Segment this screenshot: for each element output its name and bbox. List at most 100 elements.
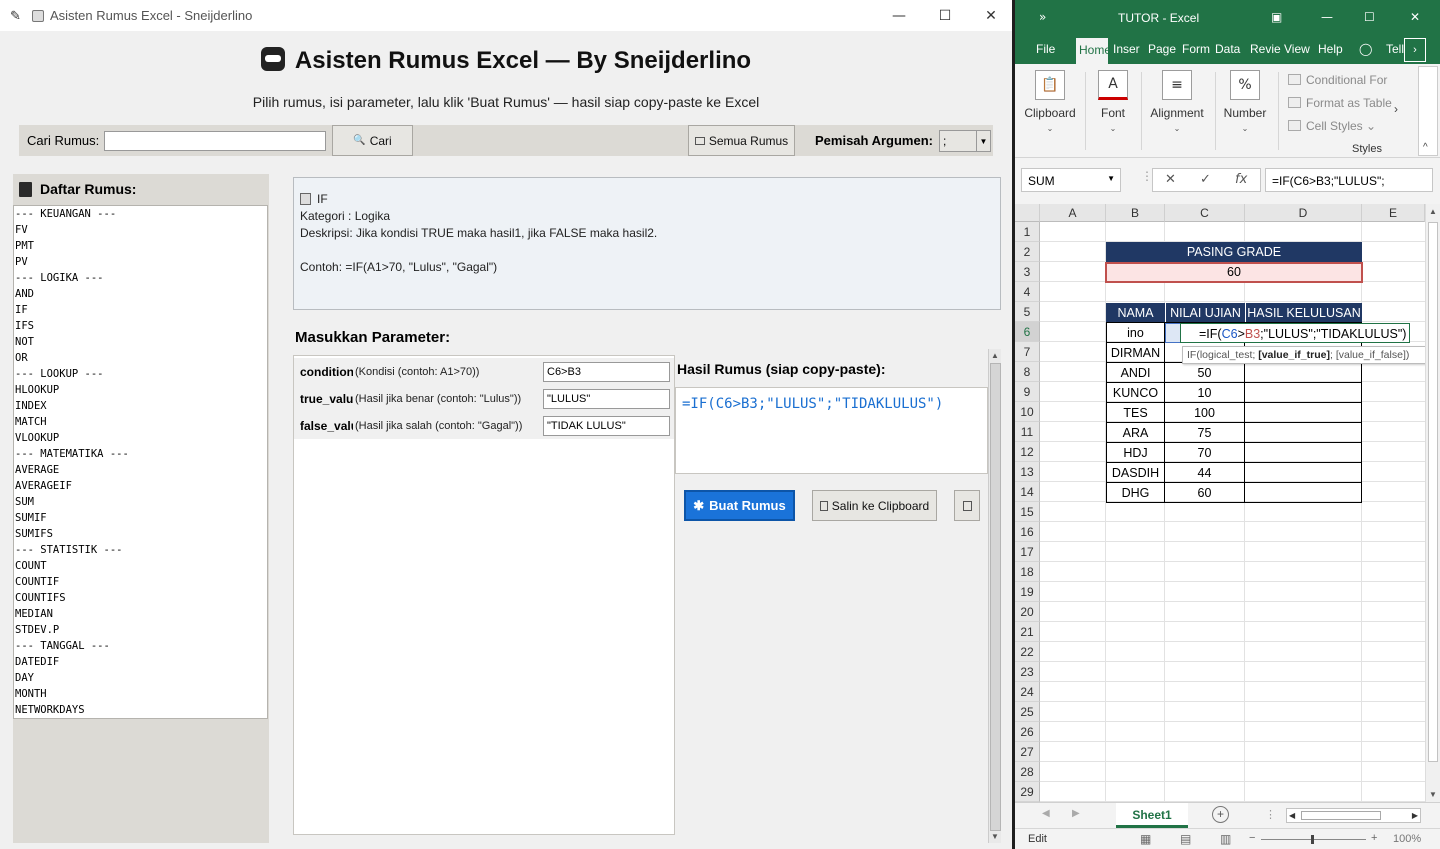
scroll-up-icon[interactable]: ▲ — [1426, 204, 1440, 219]
list-item[interactable]: AVERAGEIF — [14, 478, 267, 494]
cancel-icon[interactable]: ✕ — [1165, 172, 1176, 187]
row-header[interactable]: 15 — [1015, 502, 1040, 522]
list-item[interactable]: OR — [14, 350, 267, 366]
row-header[interactable]: 12 — [1015, 442, 1040, 462]
name-cell[interactable]: DIRMAN — [1106, 342, 1165, 363]
score-cell[interactable]: 10 — [1164, 382, 1245, 403]
list-item[interactable]: SUMIF — [14, 510, 267, 526]
font-group[interactable]: A Font ⌄ — [1093, 70, 1133, 133]
ribbon-display-icon[interactable]: ▣ — [1271, 10, 1282, 24]
row-header[interactable]: 18 — [1015, 562, 1040, 582]
row-header[interactable]: 14 — [1015, 482, 1040, 502]
search-button[interactable]: 🔍 Cari — [332, 125, 413, 156]
result-cell[interactable] — [1244, 402, 1362, 423]
name-box[interactable]: SUM ▼ — [1021, 168, 1121, 192]
scroll-thumb[interactable] — [1428, 222, 1438, 762]
row-header[interactable]: 4 — [1015, 282, 1040, 302]
tabs-scroll-right-icon[interactable]: › — [1404, 38, 1426, 62]
result-cell[interactable] — [1244, 482, 1362, 503]
list-item[interactable]: --- TANGGAL --- — [14, 638, 267, 654]
row-header[interactable]: 22 — [1015, 642, 1040, 662]
list-item[interactable]: NETWORKDAYS — [14, 702, 267, 718]
save-button[interactable] — [954, 490, 980, 521]
column-header[interactable]: A — [1040, 204, 1106, 222]
list-item[interactable]: NOT — [14, 334, 267, 350]
format-as-table-button[interactable]: Format as Table — [1288, 96, 1392, 110]
close-button[interactable]: ✕ — [968, 0, 1012, 31]
row-header[interactable]: 19 — [1015, 582, 1040, 602]
list-item[interactable]: INDEX — [14, 398, 267, 414]
name-cell[interactable]: HDJ — [1106, 442, 1165, 463]
minimize-button[interactable]: — — [876, 0, 922, 31]
header-cell-name[interactable]: NAMA — [1106, 303, 1165, 323]
row-header[interactable]: 3 — [1015, 262, 1040, 282]
excel-minimize-button[interactable]: — — [1321, 10, 1333, 24]
scroll-down-icon[interactable]: ▼ — [989, 830, 1001, 843]
vertical-scrollbar[interactable]: ▲ ▼ — [1425, 204, 1440, 802]
list-item[interactable]: MEDIAN — [14, 606, 267, 622]
row-header[interactable]: 21 — [1015, 622, 1040, 642]
name-cell[interactable]: TES — [1106, 402, 1165, 423]
tab-formulas[interactable]: Form — [1182, 42, 1210, 56]
enter-icon[interactable]: ✓ — [1200, 172, 1211, 187]
result-cell[interactable] — [1244, 362, 1362, 383]
list-item[interactable]: IFS — [14, 318, 267, 334]
list-item[interactable]: COUNTIF — [14, 574, 267, 590]
scroll-thumb[interactable] — [990, 363, 1001, 831]
row-header[interactable]: 17 — [1015, 542, 1040, 562]
row-header[interactable]: 29 — [1015, 782, 1040, 802]
add-sheet-icon[interactable]: + — [1212, 806, 1229, 823]
zoom-slider-handle[interactable] — [1311, 835, 1314, 844]
row-header[interactable]: 20 — [1015, 602, 1040, 622]
list-item[interactable]: DATEDIF — [14, 654, 267, 670]
list-item[interactable]: STDEV.P — [14, 622, 267, 638]
row-header[interactable]: 7 — [1015, 342, 1040, 362]
tab-data[interactable]: Data — [1215, 42, 1240, 56]
row-header[interactable]: 24 — [1015, 682, 1040, 702]
tab-tell-me[interactable]: Tell — [1386, 42, 1404, 56]
name-cell[interactable]: ARA — [1106, 422, 1165, 443]
tab-home[interactable]: Home — [1076, 38, 1108, 64]
tab-help[interactable]: Help — [1318, 42, 1343, 56]
column-header[interactable]: D — [1245, 204, 1362, 222]
row-header[interactable]: 13 — [1015, 462, 1040, 482]
list-item[interactable]: IF — [14, 302, 267, 318]
scroll-left-icon[interactable]: ◀ — [1289, 809, 1295, 822]
alignment-group[interactable]: ≡ Alignment ⌄ — [1147, 70, 1207, 133]
row-header[interactable]: 11 — [1015, 422, 1040, 442]
name-cell[interactable]: KUNCO — [1106, 382, 1165, 403]
zoom-out-icon[interactable]: − — [1249, 832, 1255, 844]
scroll-up-icon[interactable]: ▲ — [989, 349, 1001, 362]
clipboard-group[interactable]: 📋 Clipboard ⌄ — [1023, 70, 1077, 133]
list-item[interactable]: --- MATEMATIKA --- — [14, 446, 267, 462]
false-value-input[interactable] — [543, 416, 670, 436]
list-item[interactable]: --- LOGIKA --- — [14, 270, 267, 286]
lightbulb-icon[interactable]: ◯ — [1359, 42, 1372, 56]
list-item[interactable]: PMT — [14, 238, 267, 254]
horizontal-scrollbar[interactable]: ◀ ▶ — [1286, 808, 1421, 823]
passing-grade-label-cell[interactable]: PASING GRADE — [1106, 242, 1362, 262]
passing-grade-value-cell[interactable]: 60 — [1105, 262, 1363, 283]
params-scrollbar[interactable]: ▲ ▼ — [988, 349, 1001, 843]
row-header[interactable]: 16 — [1015, 522, 1040, 542]
score-cell[interactable]: 50 — [1164, 362, 1245, 383]
row-header[interactable]: 2 — [1015, 242, 1040, 262]
tab-view[interactable]: View — [1284, 42, 1310, 56]
row-header[interactable]: 28 — [1015, 762, 1040, 782]
column-header[interactable]: C — [1165, 204, 1245, 222]
number-group[interactable]: % Number ⌄ — [1220, 70, 1270, 133]
worksheet-grid[interactable]: A B C D E 1 2 3 4 5 6 7 8 9 10 11 12 13 14 15 16 17 18 19 2… — [1015, 204, 1440, 802]
list-item[interactable]: MATCH — [14, 414, 267, 430]
name-cell[interactable]: ANDI — [1106, 362, 1165, 383]
result-cell[interactable] — [1244, 442, 1362, 463]
list-item[interactable]: --- KEUANGAN --- — [14, 206, 267, 222]
next-sheet-icon[interactable]: ▶ — [1072, 808, 1080, 819]
list-item[interactable]: PV — [14, 254, 267, 270]
ribbon-collapse-area[interactable]: ^ — [1418, 66, 1438, 156]
tab-splitter-icon[interactable]: ⋮ — [1265, 808, 1276, 821]
score-cell[interactable]: 100 — [1164, 402, 1245, 423]
page-break-view-icon[interactable]: ▥ — [1220, 832, 1231, 846]
cell-styles-button[interactable]: Cell Styles ⌄ — [1288, 119, 1376, 133]
normal-view-icon[interactable]: ▦ — [1140, 832, 1151, 846]
zoom-in-icon[interactable]: + — [1371, 832, 1377, 844]
